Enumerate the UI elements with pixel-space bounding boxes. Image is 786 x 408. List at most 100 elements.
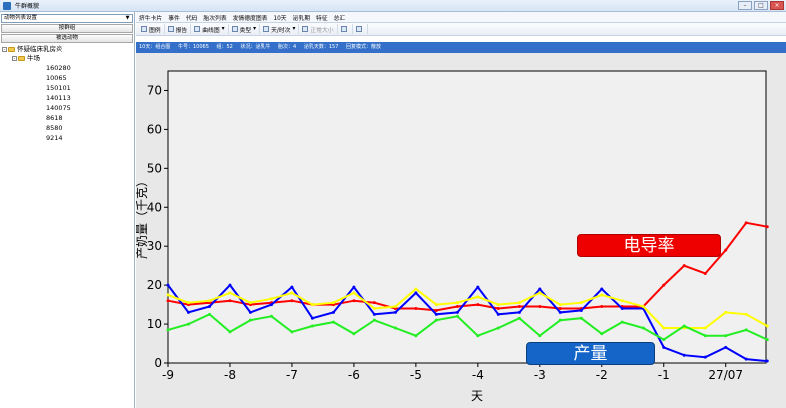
x-tick-label: -1 xyxy=(658,368,670,382)
y-tick-label: 30 xyxy=(147,239,162,253)
type-button[interactable]: 类型 ▾ xyxy=(229,24,261,34)
collapse-icon[interactable]: - xyxy=(2,46,7,52)
data-point-blue xyxy=(186,310,190,314)
data-point-yellow xyxy=(579,301,583,305)
data-point-red xyxy=(496,306,500,310)
data-point-yellow xyxy=(186,301,190,305)
data-point-red xyxy=(662,283,666,287)
report-icon xyxy=(167,26,174,32)
x-tick-label: -9 xyxy=(162,368,174,382)
menu-events[interactable]: 事件 xyxy=(165,13,183,22)
data-point-green xyxy=(682,324,686,328)
data-point-blue xyxy=(476,285,480,289)
x-tick-label: -6 xyxy=(348,368,360,382)
selected-animals-button[interactable]: 被选动物 xyxy=(1,34,133,43)
collapse-icon[interactable]: - xyxy=(12,55,17,61)
data-point-yellow xyxy=(269,297,273,301)
data-point-green xyxy=(393,326,397,330)
y-tick-label: 70 xyxy=(147,83,162,97)
x-tick-label: -8 xyxy=(224,368,236,382)
tree-item[interactable]: 140113 xyxy=(46,94,71,102)
data-point-red xyxy=(682,264,686,268)
tree-item[interactable]: 10065 xyxy=(46,74,67,82)
animal-list-settings-select[interactable]: 动物列表设置 ▼ xyxy=(1,14,133,23)
x-tick-label: -3 xyxy=(534,368,546,382)
info-group: 组：52 xyxy=(216,44,233,50)
data-point-blue xyxy=(517,310,521,314)
tree-item[interactable]: 8580 xyxy=(46,124,63,132)
by-group-button[interactable]: 按群组 xyxy=(1,24,133,33)
data-point-green xyxy=(620,320,624,324)
report-label: 报告 xyxy=(175,27,188,34)
data-point-yellow xyxy=(248,301,252,305)
data-point-red xyxy=(455,305,459,309)
data-point-green xyxy=(331,320,335,324)
data-point-red xyxy=(600,305,604,309)
data-point-yellow xyxy=(331,301,335,305)
tree-item[interactable]: 150101 xyxy=(46,84,71,92)
help-button[interactable] xyxy=(353,24,368,34)
data-point-green xyxy=(310,324,314,328)
pointer-button[interactable] xyxy=(338,24,353,34)
menu-summary[interactable]: 总汇 xyxy=(331,13,349,22)
minimize-button[interactable]: – xyxy=(738,1,752,10)
data-point-blue xyxy=(765,359,769,363)
data-point-blue xyxy=(724,345,728,349)
y-tick-label: 20 xyxy=(147,278,162,292)
tree-item[interactable]: 8618 xyxy=(46,114,63,122)
chevron-down-icon: ▾ xyxy=(221,26,225,32)
data-point-red xyxy=(703,271,707,275)
data-point-yellow xyxy=(703,326,707,330)
normal-size-button[interactable]: 正常大小 xyxy=(299,24,338,34)
y-axis-label: 产奶量（千克） xyxy=(136,175,149,259)
data-point-blue xyxy=(662,345,666,349)
tree-root[interactable]: - 怀疑临床乳房炎 xyxy=(2,45,63,53)
menu-codes[interactable]: 代码 xyxy=(183,13,201,22)
data-point-green xyxy=(517,316,521,320)
data-point-green xyxy=(186,322,190,326)
data-point-red xyxy=(414,306,418,310)
menu-heat-chart[interactable]: 发情德度图表 xyxy=(230,13,271,22)
data-point-red xyxy=(724,248,728,252)
day-hour-label: 天/时次 xyxy=(271,27,291,34)
data-point-blue xyxy=(331,310,335,314)
menu-10-days[interactable]: 10天 xyxy=(270,13,289,22)
legend-button[interactable]: 图例 xyxy=(138,24,165,34)
tree-item[interactable]: 9214 xyxy=(46,134,63,142)
menu-cow-card[interactable]: 挤牛卡片 xyxy=(136,13,165,22)
tree-group[interactable]: - 牛场 xyxy=(12,54,40,62)
data-point-green xyxy=(166,328,170,332)
menu-parity-list[interactable]: 胎次列表 xyxy=(200,13,229,22)
type-label: 类型 xyxy=(239,27,252,34)
data-point-red xyxy=(558,306,562,310)
data-point-yellow xyxy=(166,293,170,297)
tree-item[interactable]: 160280 xyxy=(46,64,71,72)
data-point-blue xyxy=(248,310,252,314)
data-point-yellow xyxy=(496,303,500,307)
day-hour-button[interactable]: 天/时次 ▾ xyxy=(260,24,300,34)
conductivity-callout: 电导率 xyxy=(577,234,721,257)
curve-chart-button[interactable]: 曲线图 ▾ xyxy=(191,24,229,34)
data-point-yellow xyxy=(744,312,748,316)
maximize-button[interactable]: □ xyxy=(754,1,768,10)
data-point-blue xyxy=(208,305,212,309)
data-point-green xyxy=(455,314,459,318)
data-point-green xyxy=(538,334,542,338)
tree-item[interactable]: 140075 xyxy=(46,104,71,112)
data-point-green xyxy=(662,338,666,342)
data-point-green xyxy=(434,318,438,322)
x-tick-label: -5 xyxy=(410,368,422,382)
tree-group-label: 牛场 xyxy=(27,54,40,62)
menu-lactation[interactable]: 泌乳期 xyxy=(290,13,313,22)
report-button[interactable]: 报告 xyxy=(165,24,192,34)
data-point-green xyxy=(228,330,232,334)
close-button[interactable]: × xyxy=(770,1,784,10)
chart-area: 0 10 20 30 40 50 60 70 -9 -8 -7 -6 -5 -4 -3 -2 -1 27/07 天 产… xyxy=(136,53,786,408)
data-point-blue xyxy=(703,355,707,359)
window-title: 牛群概貌 xyxy=(15,3,40,10)
data-point-red xyxy=(538,305,542,309)
data-point-yellow xyxy=(290,291,294,295)
data-point-red xyxy=(228,299,232,303)
menu-features[interactable]: 特征 xyxy=(313,13,331,22)
app-icon xyxy=(3,1,11,10)
